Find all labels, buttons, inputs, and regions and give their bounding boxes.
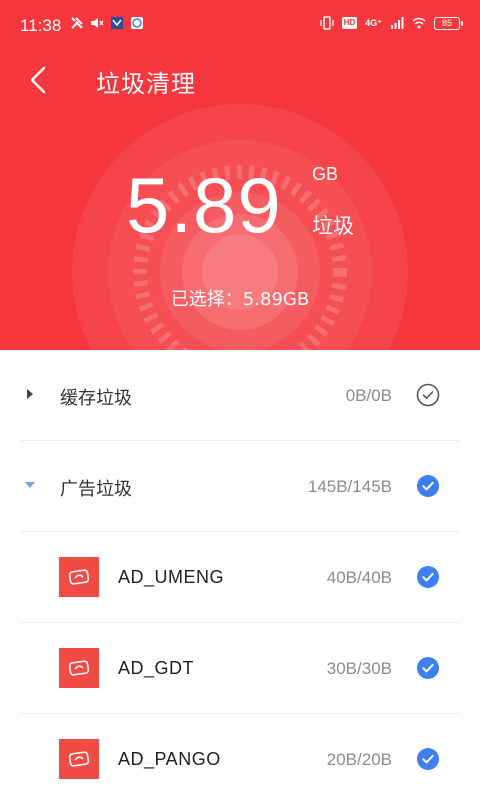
ad-app-icon	[59, 648, 99, 688]
ad-item-row[interactable]: AD_PANGO 20B/20B	[20, 714, 460, 800]
hd-badge: HD	[341, 17, 358, 29]
ad-junk-icon	[68, 751, 90, 767]
ad-item-label: AD_PANGO	[118, 749, 221, 769]
ad-app-icon	[59, 557, 99, 597]
category-size: 0B/0B	[345, 386, 392, 405]
ad-junk-icon	[68, 660, 90, 676]
category-label: 缓存垃圾	[60, 388, 132, 409]
ad-junk-icon	[68, 569, 90, 585]
category-row-cache[interactable]: 缓存垃圾 0B/0B	[20, 350, 460, 441]
header-banner: 11:38 HD 4G⁺ 85 垃圾清理 5.89 GB 垃圾 已选择：5.89…	[0, 0, 480, 350]
ad-item-row[interactable]: AD_UMENG 40B/40B	[20, 532, 460, 623]
category-label: 广告垃圾	[60, 479, 132, 500]
selected-summary: 已选择：5.89GB	[170, 289, 310, 310]
wifi-icon	[412, 17, 426, 29]
vibrate-icon	[320, 16, 334, 30]
ad-item-size: 40B/40B	[326, 568, 392, 587]
junk-size-label: 垃圾	[312, 214, 354, 238]
unchecked-circle-icon[interactable]	[416, 383, 440, 407]
checked-circle-icon[interactable]	[416, 474, 440, 498]
junk-size-value: 5.89	[126, 161, 282, 249]
signal-icon	[391, 17, 404, 29]
mute-icon	[91, 18, 104, 28]
app-notification-icon	[111, 17, 123, 29]
ad-item-label: AD_UMENG	[118, 567, 225, 587]
collapsed-arrow-icon[interactable]	[24, 388, 36, 400]
category-size: 145B/145B	[307, 477, 392, 496]
network-type: 4G⁺	[365, 17, 382, 28]
status-left-icons	[70, 16, 144, 30]
ad-app-icon	[59, 739, 99, 779]
junk-size-unit: GB	[312, 164, 339, 184]
tools-icon	[71, 17, 83, 29]
status-bar: 11:38 HD 4G⁺ 85	[0, 0, 480, 52]
battery-icon: 85	[434, 16, 463, 30]
junk-category-list: 缓存垃圾 0B/0B 广告垃圾 145B/145B AD_UMENG 40B/4…	[0, 350, 480, 800]
ad-item-row[interactable]: AD_GDT 30B/30B	[20, 623, 460, 714]
expanded-arrow-icon[interactable]	[24, 479, 36, 491]
page-title: 垃圾清理	[96, 70, 196, 98]
status-time: 11:38	[20, 16, 62, 35]
back-arrow-icon[interactable]	[22, 62, 58, 98]
checked-circle-icon[interactable]	[416, 747, 440, 771]
status-right-icons: HD 4G⁺ 85	[320, 16, 463, 30]
ad-item-label: AD_GDT	[118, 658, 195, 678]
ad-item-size: 20B/20B	[326, 750, 392, 769]
checked-circle-icon[interactable]	[416, 656, 440, 680]
checked-circle-icon[interactable]	[416, 565, 440, 589]
category-row-ads[interactable]: 广告垃圾 145B/145B	[20, 441, 460, 532]
browser-notification-icon	[131, 17, 143, 29]
ad-item-size: 30B/30B	[326, 659, 392, 678]
